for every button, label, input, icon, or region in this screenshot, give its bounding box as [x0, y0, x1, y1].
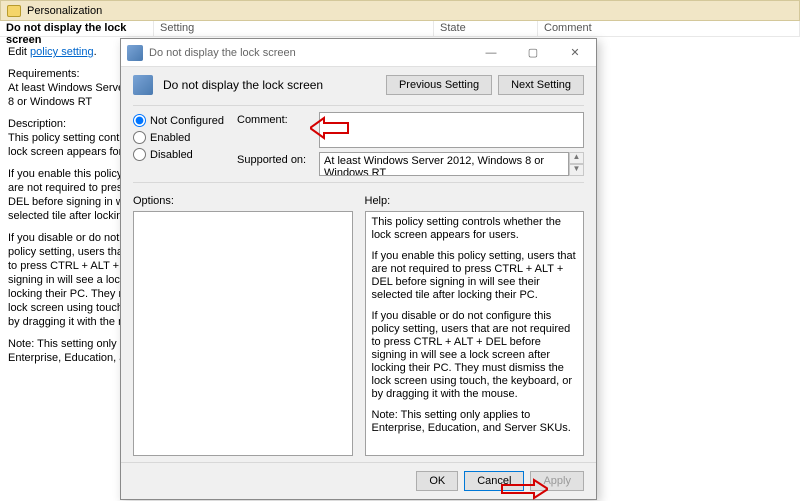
radio-enabled[interactable]: Enabled: [133, 129, 225, 146]
titlebar[interactable]: Do not display the lock screen — ▢ ✕: [121, 39, 596, 67]
col-name: Do not display the lock screen: [0, 21, 154, 36]
comment-input[interactable]: [319, 112, 584, 148]
policy-dialog: Do not display the lock screen — ▢ ✕ Do …: [120, 38, 597, 500]
folder-icon: [7, 5, 21, 17]
help-box: This policy setting controls whether the…: [365, 211, 585, 456]
close-button[interactable]: ✕: [560, 43, 590, 63]
cancel-button[interactable]: Cancel: [464, 471, 524, 491]
help-label: Help:: [365, 193, 585, 211]
maximize-button[interactable]: ▢: [518, 43, 548, 63]
supported-text: At least Windows Server 2012, Windows 8 …: [319, 152, 569, 176]
help-p1: This policy setting controls whether the…: [372, 216, 578, 242]
ok-button[interactable]: OK: [416, 471, 458, 491]
scroll-down-icon[interactable]: ▼: [569, 164, 584, 176]
supported-label: Supported on:: [237, 152, 319, 176]
category-title: Personalization: [27, 5, 102, 17]
edit-policy-link[interactable]: policy setting: [30, 46, 94, 58]
comment-label: Comment:: [237, 112, 319, 148]
category-header: Personalization: [0, 0, 800, 21]
col-setting[interactable]: Setting: [154, 21, 434, 36]
heading-icon: [133, 75, 153, 95]
apply-button[interactable]: Apply: [530, 471, 584, 491]
window-title: Do not display the lock screen: [149, 47, 476, 59]
minimize-button[interactable]: —: [476, 43, 506, 63]
previous-setting-button[interactable]: Previous Setting: [386, 75, 492, 95]
radio-disabled[interactable]: Disabled: [133, 146, 225, 163]
column-headers: Do not display the lock screen Setting S…: [0, 21, 800, 37]
help-p3: If you disable or do not configure this …: [372, 310, 578, 401]
options-box[interactable]: [133, 211, 353, 456]
policy-icon: [127, 45, 143, 61]
help-p4: Note: This setting only applies to Enter…: [372, 409, 578, 435]
radio-not-configured[interactable]: Not Configured: [133, 112, 225, 129]
col-state[interactable]: State: [434, 21, 538, 36]
dialog-heading: Do not display the lock screen: [163, 78, 386, 92]
next-setting-button[interactable]: Next Setting: [498, 75, 584, 95]
options-label: Options:: [133, 193, 353, 211]
col-comment[interactable]: Comment: [538, 21, 800, 36]
help-p2: If you enable this policy setting, users…: [372, 250, 578, 302]
scroll-up-icon[interactable]: ▲: [569, 152, 584, 164]
